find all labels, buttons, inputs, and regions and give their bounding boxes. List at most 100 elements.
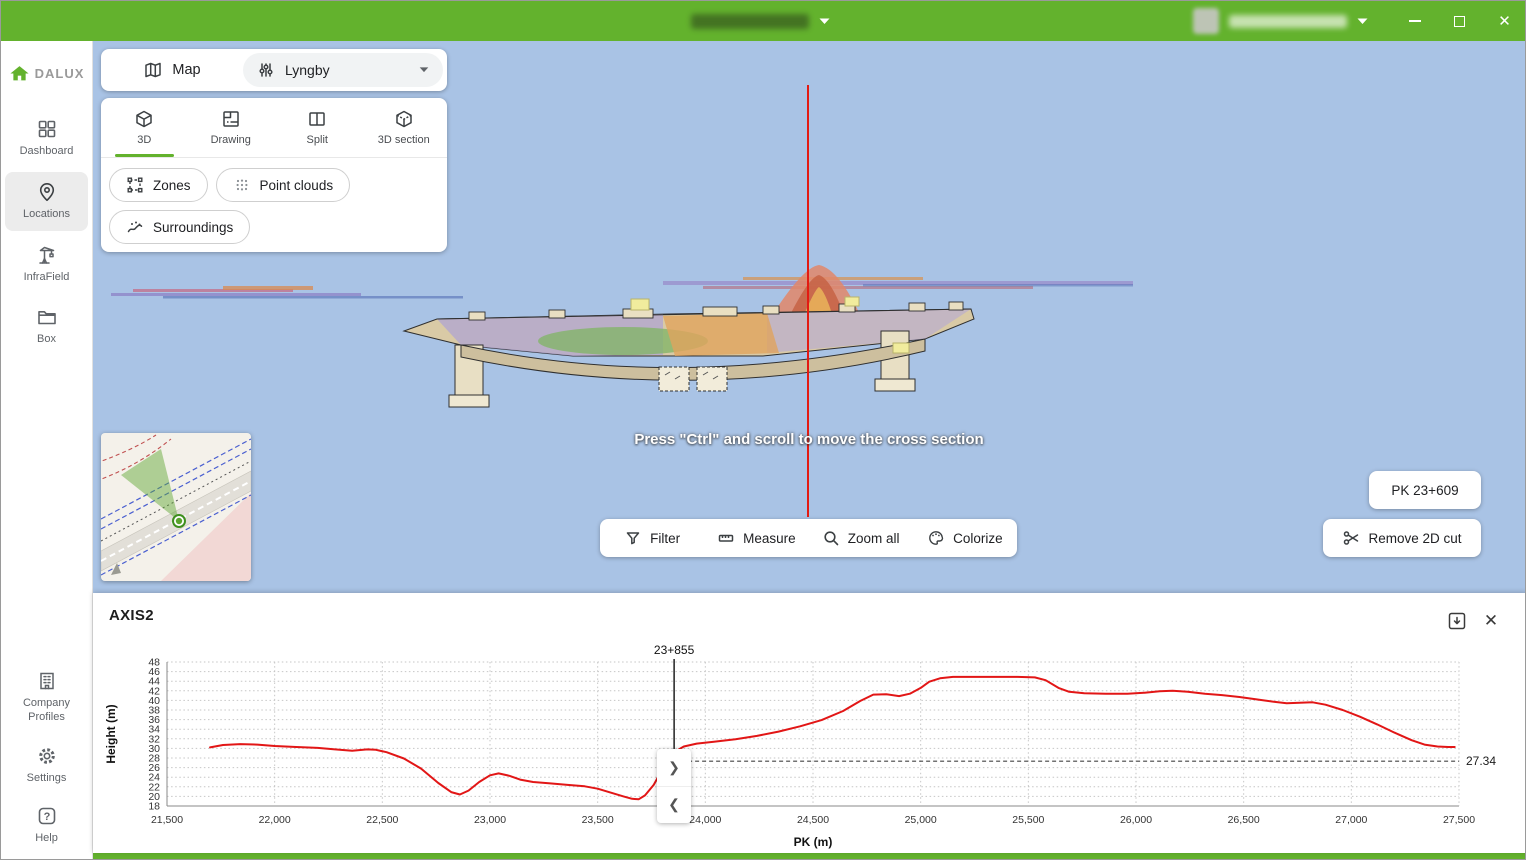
minimap-graphic (101, 433, 251, 581)
chevron-right-icon: ❯ (668, 759, 680, 776)
pk-station-button[interactable]: PK 23+609 (1369, 471, 1481, 509)
sidebar-item-box[interactable]: Box (5, 297, 88, 356)
folder-icon (36, 306, 58, 328)
layer-toggles: Zones Point clouds Surroundings (101, 158, 447, 254)
axis2-panel: AXIS2 ✕ 18202224262830323436384042444648… (93, 593, 1526, 853)
map-toolbar: Map Lyngby (101, 49, 447, 91)
sidebar-item-company-profiles[interactable]: Company Profiles (5, 661, 88, 734)
map-button[interactable]: Map (101, 49, 243, 91)
tab-drawing[interactable]: Drawing (188, 98, 275, 157)
window-controls: ✕ (1392, 1, 1526, 41)
layer-selector[interactable]: Lyngby (243, 53, 443, 87)
svg-text:27.34: 27.34 (1466, 754, 1496, 768)
minimize-button[interactable] (1392, 1, 1437, 41)
step-forward-button[interactable]: ❯ (657, 749, 691, 787)
drawing-icon (221, 109, 241, 129)
user-name-redacted (1229, 15, 1347, 28)
step-back-button[interactable]: ❮ (657, 787, 691, 824)
sidebar-item-label: Help (6, 832, 88, 846)
point-cloud-icon (233, 176, 251, 194)
sidebar-item-label: Box (6, 333, 88, 347)
axis2-chart-area: 1820222426283032343638404244464821,50022… (101, 641, 1511, 858)
user-avatar (1193, 8, 1219, 34)
svg-text:24,000: 24,000 (689, 814, 721, 826)
palette-icon (927, 529, 945, 547)
sidebar-item-label: InfraField (6, 271, 88, 285)
dashboard-icon (36, 118, 58, 140)
svg-text:25,500: 25,500 (1012, 814, 1044, 826)
cross-section-cut-line[interactable] (807, 85, 809, 517)
toolbar-button-label: Measure (743, 531, 796, 546)
viewer-toolbar: Filter Measure Zoom all Colorize (600, 519, 1017, 557)
colorize-button[interactable]: Colorize (913, 519, 1017, 557)
svg-text:23,000: 23,000 (474, 814, 506, 826)
surroundings-toggle[interactable]: Surroundings (109, 210, 250, 244)
sidebar-item-help[interactable]: ? Help (5, 796, 88, 855)
svg-text:26,000: 26,000 (1120, 814, 1152, 826)
svg-text:23+855: 23+855 (654, 643, 695, 657)
zones-toggle[interactable]: Zones (109, 168, 208, 202)
svg-text:26,500: 26,500 (1228, 814, 1260, 826)
zoom-all-button[interactable]: Zoom all (809, 519, 913, 557)
tab-split[interactable]: Split (274, 98, 361, 157)
caret-down-icon[interactable] (1357, 18, 1368, 25)
cube-section-icon (394, 109, 414, 129)
sliders-icon (257, 61, 275, 79)
scene-graphic (103, 259, 1143, 429)
toolbar-button-label: Filter (650, 531, 680, 546)
export-icon (1446, 610, 1468, 632)
building-icon (36, 670, 58, 692)
export-chart-button[interactable] (1445, 609, 1469, 633)
panel-title: AXIS2 (109, 607, 154, 624)
project-name-redacted (691, 14, 809, 29)
svg-text:22,000: 22,000 (259, 814, 291, 826)
sidebar-item-infrafield[interactable]: InfraField (5, 235, 88, 294)
app-window: ✕ DALUX Dashboard Locations (0, 0, 1526, 860)
axis2-height-profile-chart[interactable]: 1820222426283032343638404244464821,50022… (101, 641, 1511, 853)
caret-down-icon (819, 18, 830, 25)
close-icon: ✕ (1498, 14, 1511, 29)
toolbar-button-label: Colorize (953, 531, 1003, 546)
remove-2d-cut-label: Remove 2D cut (1368, 531, 1461, 546)
crane-icon (36, 244, 58, 266)
minimap[interactable] (101, 433, 251, 581)
close-panel-button[interactable]: ✕ (1479, 609, 1503, 633)
svg-text:24,500: 24,500 (797, 814, 829, 826)
svg-text:Height (m): Height (m) (104, 704, 118, 763)
svg-text:48: 48 (148, 657, 160, 669)
sidebar-item-label: Company Profiles (6, 697, 88, 725)
map-icon (143, 60, 163, 80)
tab-label: 3D section (378, 134, 430, 146)
sidebar-item-label: Dashboard (6, 145, 88, 159)
remove-2d-cut-button[interactable]: Remove 2D cut (1323, 519, 1481, 557)
cube-3d-icon (134, 109, 154, 129)
svg-text:PK (m): PK (m) (794, 835, 833, 849)
filter-icon (624, 529, 642, 547)
tab-3d[interactable]: 3D (101, 98, 188, 157)
tab-3d-section[interactable]: 3D section (361, 98, 448, 157)
magnifier-icon (822, 529, 840, 547)
titlebar-right: ✕ (1193, 1, 1526, 41)
cross-section-hint: Press "Ctrl" and scroll to move the cros… (634, 431, 983, 448)
sidebar-item-dashboard[interactable]: Dashboard (5, 109, 88, 168)
project-selector[interactable] (691, 1, 830, 41)
gear-icon (36, 745, 58, 767)
viewer-3d[interactable]: Press "Ctrl" and scroll to move the cros… (93, 41, 1526, 593)
close-button[interactable]: ✕ (1482, 1, 1526, 41)
maximize-button[interactable] (1437, 1, 1482, 41)
caret-down-icon (419, 67, 429, 73)
view-mode-tabs: 3D Drawing Split (101, 98, 447, 158)
sidebar-item-locations[interactable]: Locations (5, 172, 88, 231)
sidebar-item-label: Locations (6, 208, 88, 222)
zones-icon (126, 176, 144, 194)
measure-button[interactable]: Measure (704, 519, 808, 557)
layer-selector-value: Lyngby (285, 62, 409, 78)
point-clouds-toggle[interactable]: Point clouds (216, 168, 351, 202)
dalux-logo-text: DALUX (35, 66, 85, 81)
pk-station-label: PK 23+609 (1391, 483, 1458, 498)
sidebar-item-settings[interactable]: Settings (5, 736, 88, 795)
split-view-icon (307, 109, 327, 129)
svg-text:23,500: 23,500 (582, 814, 614, 826)
filter-button[interactable]: Filter (600, 519, 704, 557)
svg-text:21,500: 21,500 (151, 814, 183, 826)
